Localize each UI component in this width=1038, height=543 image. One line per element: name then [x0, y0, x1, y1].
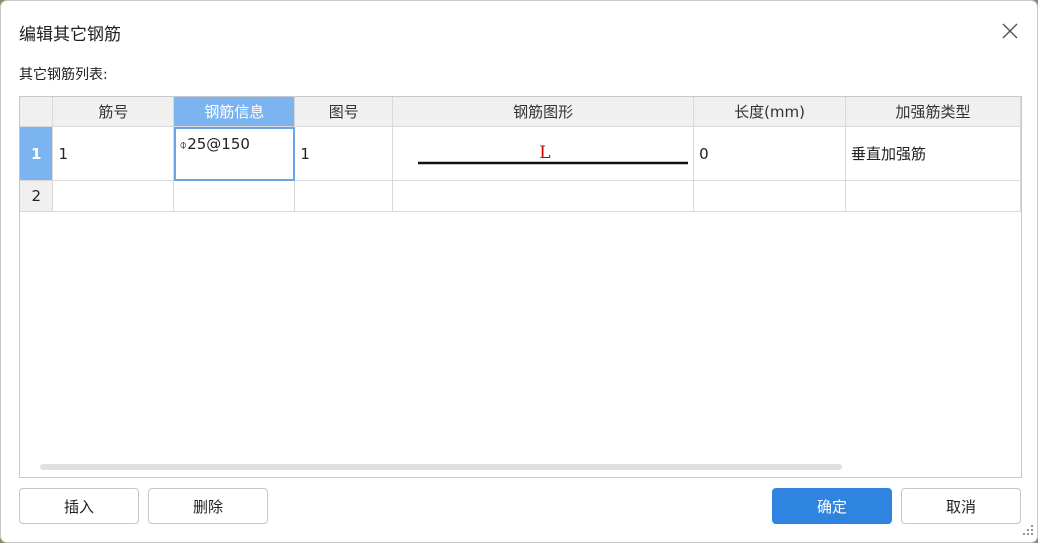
cell-rebar-info[interactable]: ⌽25@150	[173, 126, 296, 181]
dialog-title: 编辑其它钢筋	[19, 25, 121, 45]
row-number[interactable]: 2	[20, 180, 54, 212]
rebar-spec: 25@150	[187, 134, 250, 153]
edit-other-rebar-dialog: 编辑其它钢筋 其它钢筋列表: 筋号 钢筋信息 图号 钢筋图形 长度(mm) 加强…	[0, 0, 1038, 543]
cell-length[interactable]: 0	[693, 126, 846, 181]
cell-jinhao[interactable]: 1	[52, 126, 175, 181]
rebar-info-value: ⌽25@150	[179, 134, 293, 153]
table-row[interactable]: 1 1 ⌽25@150 1 L 0 垂直加强筋	[20, 126, 1021, 181]
cell-length[interactable]	[693, 180, 846, 212]
cancel-button[interactable]: 取消	[901, 488, 1021, 524]
cell-reinforcement-type[interactable]: 垂直加强筋	[845, 126, 1021, 181]
column-header-rebar-info[interactable]: 钢筋信息	[173, 97, 296, 127]
cell-rebar-info[interactable]	[173, 180, 296, 212]
column-header-length[interactable]: 长度(mm)	[693, 97, 846, 127]
cell-tuhao[interactable]: 1	[294, 126, 394, 181]
delete-button[interactable]: 删除	[148, 488, 268, 524]
cell-reinforcement-type[interactable]	[845, 180, 1021, 212]
close-button[interactable]	[997, 18, 1023, 44]
row-number[interactable]: 1	[20, 126, 54, 181]
rebar-table: 筋号 钢筋信息 图号 钢筋图形 长度(mm) 加强筋类型 1 1 ⌽25@150	[20, 97, 1021, 212]
table-row[interactable]: 2	[20, 180, 1021, 212]
corner-header[interactable]	[20, 97, 54, 127]
rebar-list-label: 其它钢筋列表:	[19, 67, 108, 83]
ok-button[interactable]: 确定	[772, 488, 892, 524]
resize-grip-icon[interactable]	[1022, 524, 1034, 536]
column-header-tuhao[interactable]: 图号	[294, 97, 394, 127]
column-header-rebar-shape[interactable]: 钢筋图形	[392, 97, 695, 127]
horizontal-scrollbar[interactable]	[40, 464, 842, 470]
rebar-grid[interactable]: 筋号 钢筋信息 图号 钢筋图形 长度(mm) 加强筋类型 1 1 ⌽25@150	[19, 96, 1022, 478]
column-header-jinhao[interactable]: 筋号	[52, 97, 175, 127]
cell-tuhao[interactable]	[294, 180, 394, 212]
rebar-shape-label: L	[539, 143, 551, 163]
close-icon	[1002, 23, 1018, 39]
column-header-reinforcement-type[interactable]: 加强筋类型	[845, 97, 1021, 127]
cell-rebar-shape[interactable]	[392, 180, 695, 212]
insert-button[interactable]: 插入	[19, 488, 139, 524]
cell-rebar-shape[interactable]: L	[392, 126, 695, 181]
cell-jinhao[interactable]	[52, 180, 175, 212]
